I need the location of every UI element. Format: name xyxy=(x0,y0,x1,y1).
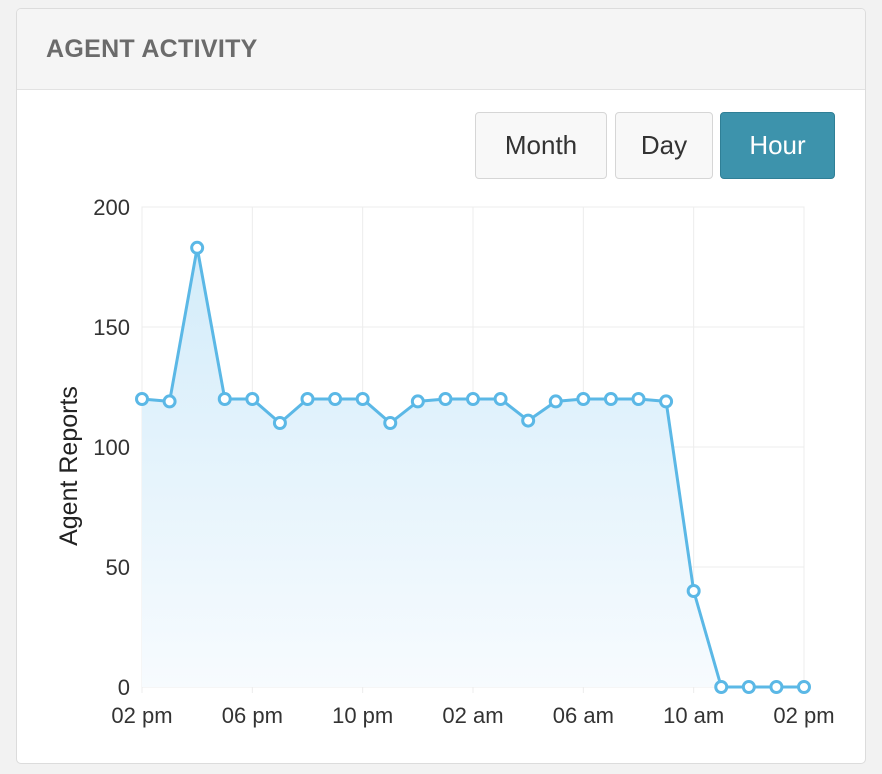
data-point[interactable] xyxy=(217,392,232,406)
data-point[interactable] xyxy=(328,392,343,406)
data-point[interactable] xyxy=(190,240,205,255)
x-tick-label: 10 am xyxy=(663,703,724,728)
x-tick-label: 02 am xyxy=(442,703,503,728)
data-point[interactable] xyxy=(741,680,756,694)
x-tick-label: 06 am xyxy=(553,703,614,728)
y-tick-label: 150 xyxy=(93,315,130,340)
x-axis-ticks: 02 pm 06 pm 10 pm 02 am 06 am 10 am 02 pm xyxy=(111,703,834,728)
y-axis-ticks: 0 50 100 150 200 xyxy=(93,195,130,700)
y-tick-label: 50 xyxy=(106,555,130,580)
data-point[interactable] xyxy=(769,680,784,694)
data-point[interactable] xyxy=(521,413,536,428)
data-point[interactable] xyxy=(245,392,260,406)
data-point[interactable] xyxy=(410,394,425,409)
x-tick-label: 02 pm xyxy=(773,703,834,728)
data-point[interactable] xyxy=(631,392,646,406)
data-point[interactable] xyxy=(162,394,177,409)
agent-reports-chart: 0 50 100 150 200 02 pm 06 pm 10 pm 02 am 06 am 10… xyxy=(55,195,835,728)
data-point[interactable] xyxy=(466,392,480,406)
data-point[interactable] xyxy=(438,392,453,406)
data-point[interactable] xyxy=(383,416,398,430)
data-point[interactable] xyxy=(686,584,701,598)
data-point[interactable] xyxy=(355,392,370,406)
y-axis-label: Agent Reports xyxy=(55,386,83,546)
data-point[interactable] xyxy=(272,416,287,430)
data-point[interactable] xyxy=(493,392,508,406)
data-point[interactable] xyxy=(603,392,618,406)
x-tick-label: 10 pm xyxy=(332,703,393,728)
x-tick-label: 06 pm xyxy=(222,703,283,728)
y-tick-label: 0 xyxy=(118,675,130,700)
y-tick-label: 100 xyxy=(93,435,130,460)
y-tick-label: 200 xyxy=(93,195,130,220)
data-point[interactable] xyxy=(548,394,563,409)
data-point[interactable] xyxy=(797,680,811,694)
data-point[interactable] xyxy=(300,392,315,406)
data-point[interactable] xyxy=(576,392,591,406)
x-tick-label: 02 pm xyxy=(111,703,172,728)
data-point[interactable] xyxy=(659,394,674,409)
data-point[interactable] xyxy=(135,392,149,406)
data-point[interactable] xyxy=(714,680,729,694)
